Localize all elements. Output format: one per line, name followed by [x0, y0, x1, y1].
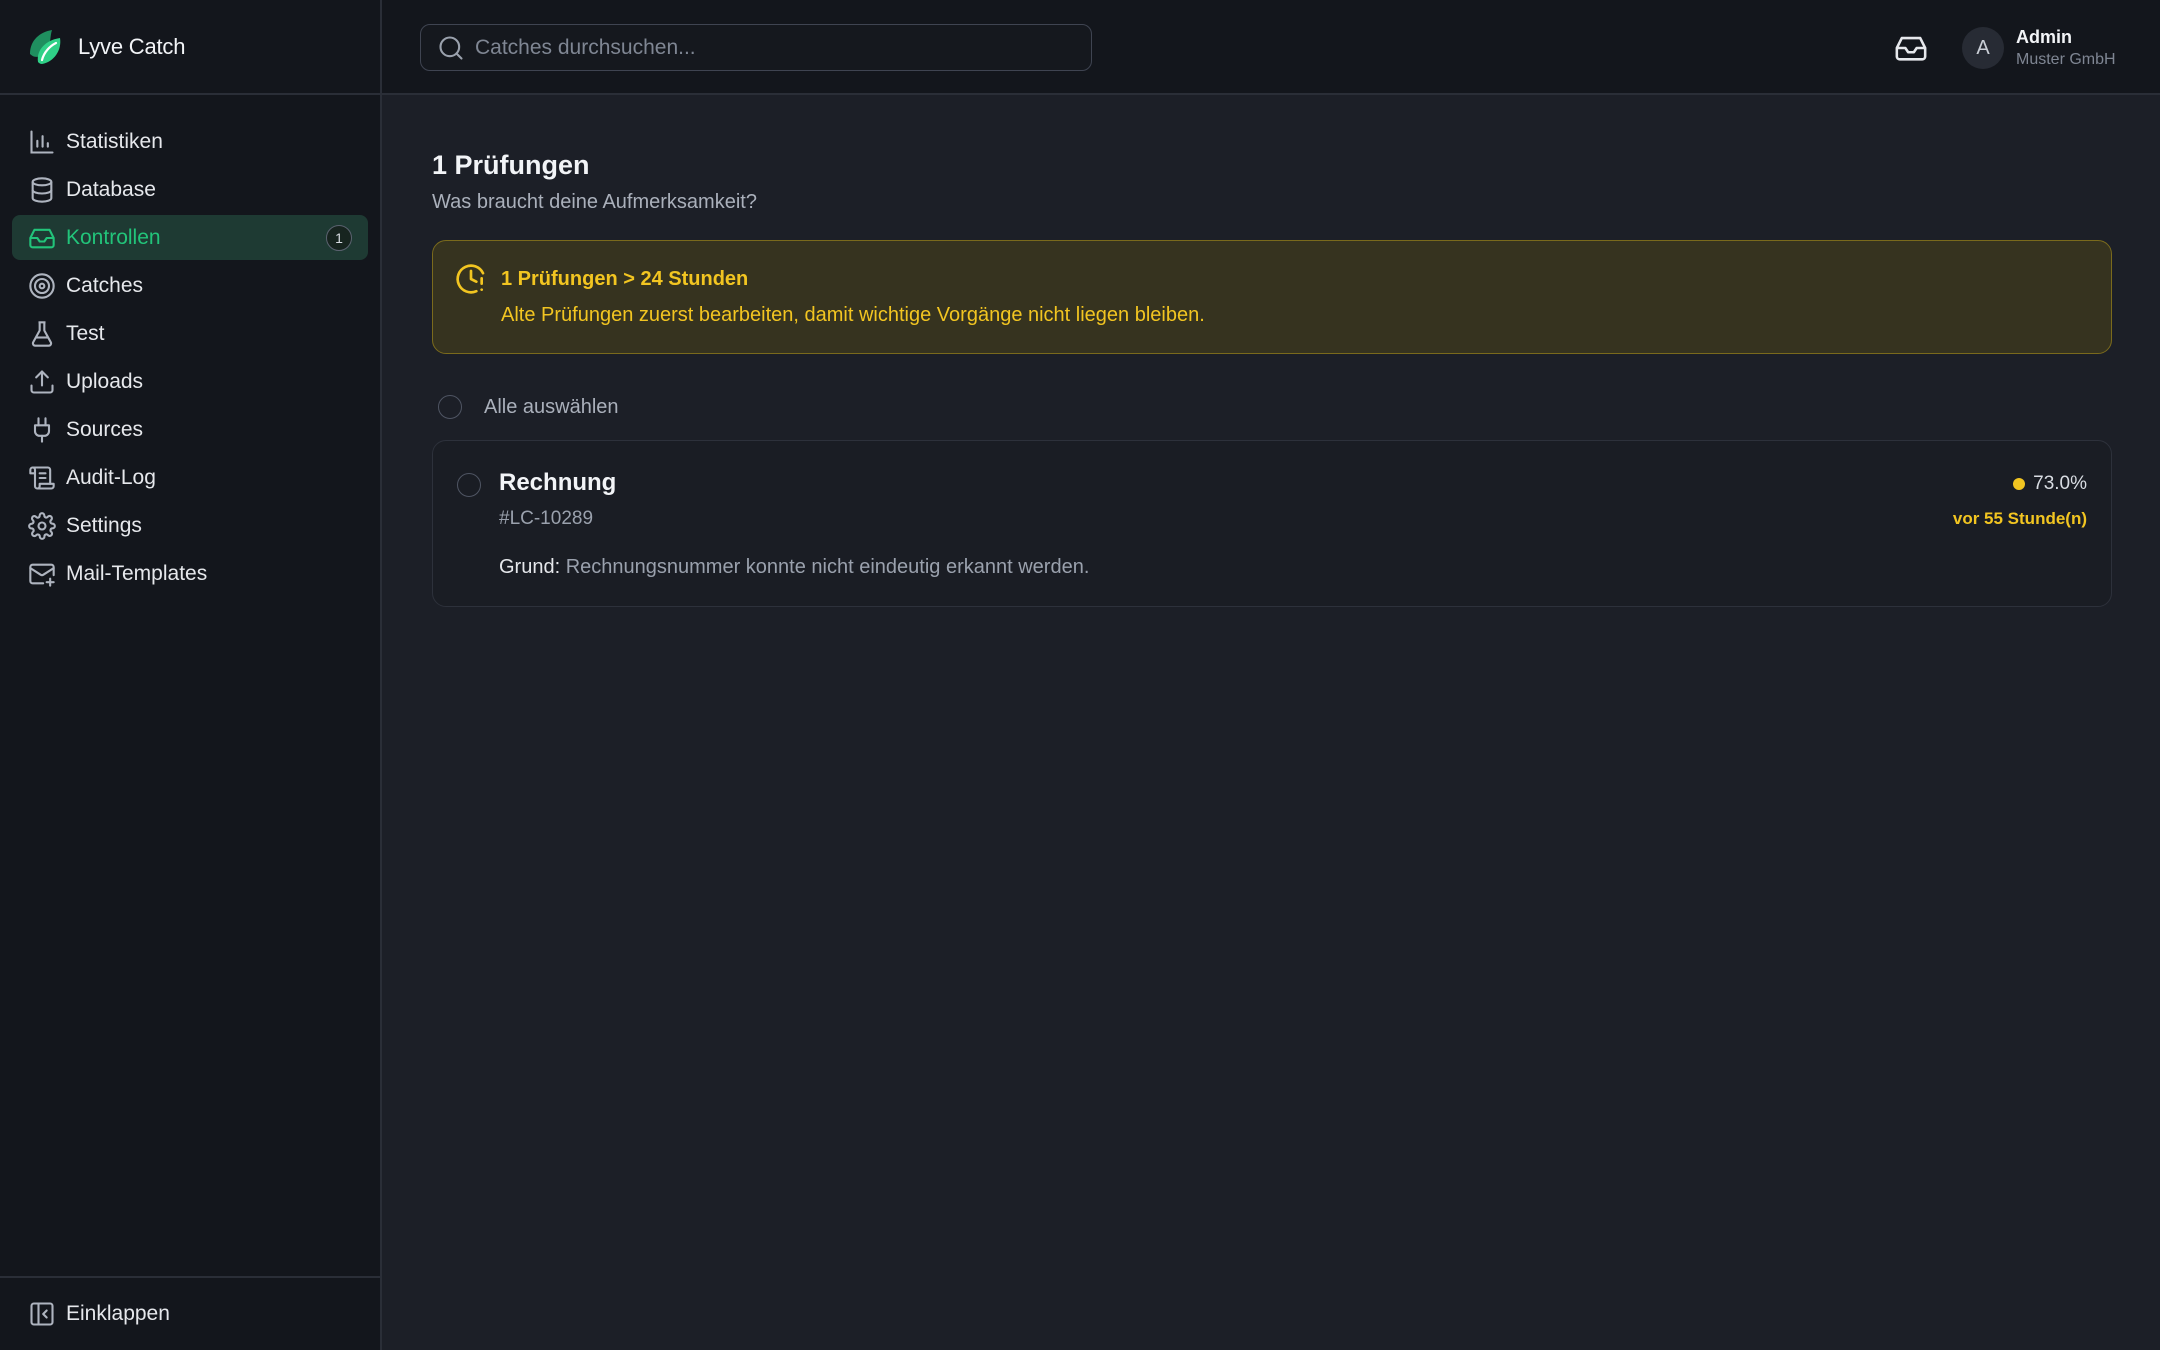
- count-badge: 1: [326, 225, 352, 251]
- item-select-checkbox[interactable]: [457, 473, 481, 497]
- inbox-button[interactable]: [1894, 31, 1928, 65]
- app-name: Lyve Catch: [78, 33, 186, 59]
- sidebar-item-settings[interactable]: Settings: [12, 503, 368, 548]
- sidebar-item-catches[interactable]: Catches: [12, 263, 368, 308]
- sidebar-item-statistiken[interactable]: Statistiken: [12, 119, 368, 164]
- reason-label: Grund:: [499, 556, 561, 578]
- item-age: vor 55 Stunde(n): [1952, 509, 2087, 528]
- avatar[interactable]: A: [1962, 27, 2004, 69]
- user-name: Admin: [2016, 27, 2072, 47]
- inbox-icon: [29, 228, 55, 248]
- sidebar-item-label: Mail-Templates: [66, 561, 208, 585]
- sidebar-item-kontrollen[interactable]: Kontrollen 1: [12, 215, 368, 260]
- overdue-alert: 1 Prüfungen > 24 Stunden Alte Prüfungen …: [432, 240, 2112, 354]
- plug-icon: [33, 416, 51, 443]
- select-all-checkbox[interactable]: [438, 395, 462, 419]
- confidence-value: 73.0%: [2033, 473, 2087, 494]
- flask-icon: [31, 320, 53, 347]
- topbar: Catches durchsuchen... A Admin Muster Gm…: [382, 0, 2160, 95]
- sidebar-item-label: Audit-Log: [66, 465, 156, 489]
- alert-title: 1 Prüfungen > 24 Stunden: [501, 268, 749, 290]
- inbox-icon: [1895, 36, 1927, 61]
- collapse-sidebar-button[interactable]: Einklappen: [0, 1276, 380, 1350]
- sidebar-nav: Statistiken Database Kontrollen 1 Catche…: [0, 95, 380, 596]
- review-item-card[interactable]: Rechnung #LC-10289 Grund: Rechnungsnumme…: [432, 440, 2112, 607]
- search-placeholder: Catches durchsuchen...: [475, 35, 696, 59]
- scroll-icon: [29, 465, 55, 490]
- bar-chart-icon: [30, 129, 54, 154]
- reason-text: Rechnungsnummer konnte nicht eindeutig e…: [565, 556, 1090, 578]
- sidebar-item-sources[interactable]: Sources: [12, 407, 368, 452]
- status-dot: [2013, 478, 2026, 490]
- clock-alert-icon: [456, 264, 485, 294]
- sidebar-item-label: Settings: [66, 513, 142, 537]
- sidebar-item-test[interactable]: Test: [12, 311, 368, 356]
- sidebar-item-label: Database: [66, 177, 156, 201]
- item-title: Rechnung: [499, 469, 617, 496]
- item-reason: Grund: Rechnungsnummer konnte nicht eind…: [499, 556, 1089, 579]
- sidebar-item-label: Catches: [66, 273, 144, 297]
- sidebar-item-audit-log[interactable]: Audit-Log: [12, 455, 368, 500]
- item-id: #LC-10289: [499, 508, 594, 529]
- target-icon: [29, 272, 55, 299]
- alert-text: Alte Prüfungen zuerst bearbeiten, damit …: [501, 304, 1205, 326]
- database-icon: [31, 176, 53, 203]
- sidebar-item-label: Kontrollen: [66, 225, 161, 249]
- user-org: Muster GmbH: [2016, 51, 2116, 68]
- sidebar-item-label: Uploads: [66, 369, 144, 393]
- page-subtitle: Was braucht deine Aufmerksamkeit?: [432, 191, 757, 213]
- upload-icon: [30, 369, 54, 394]
- sidebar-item-database[interactable]: Database: [12, 167, 368, 212]
- user-menu[interactable]: Admin Muster GmbH: [2016, 27, 2116, 69]
- sidebar: Lyve Catch Statistiken Database Kontroll…: [0, 0, 382, 1350]
- select-all-row[interactable]: Alle auswählen: [432, 392, 2112, 422]
- confidence-indicator: 73.0%: [2013, 473, 2087, 495]
- sidebar-item-label: Test: [66, 321, 105, 345]
- sidebar-item-mail-templates[interactable]: Mail-Templates: [12, 551, 368, 596]
- search-input[interactable]: Catches durchsuchen...: [420, 24, 1092, 71]
- gear-icon: [28, 511, 56, 540]
- sidebar-item-uploads[interactable]: Uploads: [12, 359, 368, 404]
- mail-plus-icon: [29, 563, 55, 587]
- main-content: 1 Prüfungen Was braucht deine Aufmerksam…: [432, 95, 2112, 607]
- leaf-logo-icon: [30, 29, 61, 64]
- page-title: 1 Prüfungen: [432, 150, 590, 180]
- brand[interactable]: Lyve Catch: [0, 0, 380, 95]
- select-all-label: Alle auswählen: [484, 395, 619, 418]
- sidebar-item-label: Sources: [66, 417, 144, 441]
- search-icon: [439, 35, 463, 60]
- panel-collapse-icon: [30, 1302, 54, 1326]
- sidebar-item-label: Statistiken: [66, 129, 163, 153]
- collapse-label: Einklappen: [66, 1302, 170, 1325]
